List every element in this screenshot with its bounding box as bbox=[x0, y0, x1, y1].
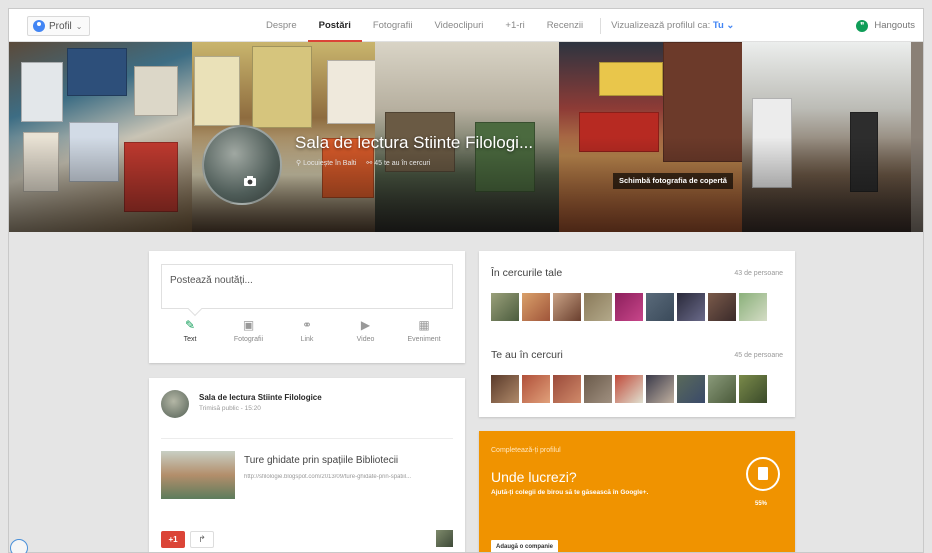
google-plus-page-frame: Profil ⌄ Despre Postări Fotografii Video… bbox=[8, 8, 924, 553]
in-your-circles-avatars bbox=[491, 293, 767, 321]
compose-action-label: Video bbox=[356, 336, 375, 343]
avatar[interactable] bbox=[739, 293, 767, 321]
compose-input[interactable]: Postează noutăți... bbox=[161, 264, 453, 309]
circles-card: În cercurile tale 43 de persoane Te au î… bbox=[479, 251, 795, 417]
location-meta: ⚲ Locuiește în Balti bbox=[296, 160, 357, 167]
location-pin-icon: ⚲ bbox=[296, 160, 302, 167]
tab-plus-ones[interactable]: +1-ri bbox=[494, 9, 535, 42]
link-icon: ⚭ bbox=[301, 318, 313, 332]
complete-profile-card: Completează-ți profilul Unde lucrezi? Aj… bbox=[479, 431, 795, 552]
view-as-label: Vizualizează profilul ca: bbox=[611, 20, 711, 31]
compose-action-label: Link bbox=[300, 336, 314, 343]
status-circle-icon bbox=[10, 539, 28, 553]
tab-despre[interactable]: Despre bbox=[255, 9, 308, 42]
avatar[interactable] bbox=[553, 375, 581, 403]
profile-progress-ring bbox=[746, 457, 780, 491]
link-thumbnail[interactable] bbox=[161, 451, 235, 499]
add-company-button[interactable]: Adaugă o companie bbox=[491, 540, 559, 552]
workplace-subtitle: Ajută-ți colegii de birou să te găsească… bbox=[491, 489, 649, 496]
profile-menu-button[interactable]: Profil ⌄ bbox=[27, 16, 90, 36]
circles-icon: ⚯ bbox=[366, 160, 373, 167]
in-your-circles-title[interactable]: În cercurile tale bbox=[491, 267, 562, 279]
top-navigation-bar: Profil ⌄ Despre Postări Fotografii Video… bbox=[9, 9, 923, 42]
profile-picture-icon bbox=[33, 20, 45, 32]
avatar[interactable] bbox=[708, 293, 736, 321]
post-divider bbox=[161, 438, 453, 439]
view-as-value[interactable]: Tu bbox=[713, 20, 724, 31]
avatar[interactable] bbox=[646, 293, 674, 321]
hangouts-label: Hangouts bbox=[874, 20, 915, 31]
avatar[interactable] bbox=[646, 375, 674, 403]
avatar[interactable] bbox=[615, 375, 643, 403]
page-avatar[interactable] bbox=[202, 125, 282, 205]
tab-postari[interactable]: Postări bbox=[307, 9, 362, 42]
profile-label: Profil bbox=[49, 20, 72, 32]
calendar-icon: ▦ bbox=[418, 318, 430, 332]
avatar[interactable] bbox=[491, 293, 519, 321]
avatar[interactable] bbox=[584, 293, 612, 321]
compose-link-button[interactable]: ⚭ Link bbox=[278, 318, 336, 343]
post-author-name[interactable]: Sala de lectura Stiinte Filologice bbox=[199, 393, 322, 402]
post-card: Sala de lectura Stiinte Filologice Trimi… bbox=[149, 378, 465, 552]
video-icon: ▶ bbox=[360, 318, 371, 332]
have-you-in-circles-avatars bbox=[491, 375, 767, 403]
plus-one-button[interactable]: +1 bbox=[161, 531, 185, 548]
compose-actions: ✎ Text ▣ Fotografii ⚭ Link ▶ Video ▦ Eve… bbox=[161, 318, 453, 343]
chevron-down-icon: ⌄ bbox=[75, 21, 83, 31]
avatar[interactable] bbox=[615, 293, 643, 321]
avatar[interactable] bbox=[584, 375, 612, 403]
building-icon bbox=[758, 467, 768, 480]
avatar[interactable] bbox=[522, 375, 550, 403]
hangouts-icon: ❞ bbox=[856, 19, 869, 32]
tab-separator bbox=[600, 17, 602, 34]
tab-videoclipuri[interactable]: Videoclipuri bbox=[423, 9, 494, 42]
commenter-avatar[interactable] bbox=[436, 530, 453, 547]
chevron-down-icon: ⌄ bbox=[726, 20, 735, 31]
avatar[interactable] bbox=[553, 293, 581, 321]
profile-progress-percent: 55% bbox=[755, 501, 768, 507]
have-you-in-circles-count[interactable]: 45 de persoane bbox=[734, 352, 783, 359]
camera-icon[interactable] bbox=[243, 175, 261, 189]
post-author-avatar[interactable] bbox=[161, 390, 189, 418]
avatar[interactable] bbox=[491, 375, 519, 403]
compose-event-button[interactable]: ▦ Eveniment bbox=[395, 318, 453, 343]
change-cover-button[interactable]: Schimbă fotografia de copertă bbox=[613, 173, 733, 189]
compose-action-label: Text bbox=[183, 336, 197, 343]
tab-recenzii[interactable]: Recenzii bbox=[536, 9, 594, 42]
share-button[interactable]: ↱ bbox=[190, 531, 214, 548]
avatar[interactable] bbox=[677, 375, 705, 403]
profile-tabs: Despre Postări Fotografii Videoclipuri +… bbox=[255, 9, 734, 42]
avatar[interactable] bbox=[522, 293, 550, 321]
compose-photos-button[interactable]: ▣ Fotografii bbox=[220, 318, 278, 343]
camera-icon: ▣ bbox=[242, 318, 255, 332]
page-title: Sala de lectura Stiinte Filologi... bbox=[295, 133, 534, 152]
page-meta: ⚲ Locuiește în Balti ⚯ 45 te au în cercu… bbox=[296, 159, 430, 167]
circles-meta: ⚯ 45 te au în cercuri bbox=[366, 160, 431, 167]
compose-text-button[interactable]: ✎ Text bbox=[161, 318, 219, 343]
compose-action-label: Fotografii bbox=[233, 336, 264, 343]
compose-card: Postează noutăți... ✎ Text ▣ Fotografii … bbox=[149, 251, 465, 363]
avatar[interactable] bbox=[739, 375, 767, 403]
avatar[interactable] bbox=[708, 375, 736, 403]
view-profile-as[interactable]: Vizualizează profilul ca: Tu ⌄ bbox=[607, 20, 734, 31]
complete-profile-title: Completează-ți profilul bbox=[491, 447, 561, 454]
compose-video-button[interactable]: ▶ Video bbox=[337, 318, 395, 343]
post-meta: Trimisă public - 15:20 bbox=[199, 405, 261, 412]
tab-fotografii[interactable]: Fotografii bbox=[362, 9, 424, 42]
in-your-circles-count[interactable]: 43 de persoane bbox=[734, 270, 783, 277]
have-you-in-circles-title[interactable]: Te au în cercuri bbox=[491, 349, 563, 361]
compose-action-label: Eveniment bbox=[407, 336, 441, 343]
link-title[interactable]: Ture ghidate prin spațiile Bibliotecii bbox=[244, 455, 398, 466]
workplace-question: Unde lucrezi? bbox=[491, 469, 577, 485]
link-url[interactable]: http://sfilologie.blogspot.com/2013/09/t… bbox=[244, 474, 454, 480]
pencil-icon: ✎ bbox=[184, 318, 196, 332]
hangouts-button[interactable]: ❞ Hangouts bbox=[856, 9, 915, 42]
avatar[interactable] bbox=[677, 293, 705, 321]
